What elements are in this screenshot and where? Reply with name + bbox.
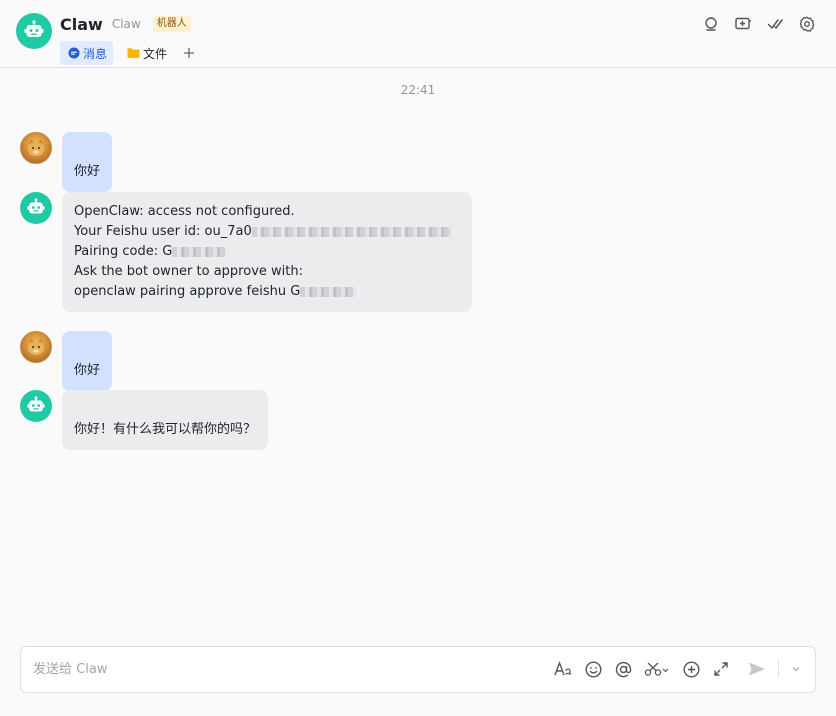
folder-icon (127, 47, 140, 59)
message-row: 你好 (20, 331, 113, 391)
tab-messages-label: 消息 (83, 46, 108, 61)
composer-toolbar (554, 660, 801, 678)
add-tab-button[interactable] (181, 45, 197, 61)
message-row: OpenClaw: access not configured. Your Fe… (20, 192, 472, 312)
redacted-text (251, 226, 452, 237)
mention-button[interactable] (614, 660, 632, 678)
chat-bubble-icon (68, 47, 80, 59)
bot-badge: 机器人 (152, 16, 191, 32)
add-attachment-button[interactable] (682, 660, 700, 678)
tab-files-label: 文件 (143, 46, 168, 61)
send-options-button[interactable] (791, 660, 801, 678)
settings-button[interactable] (798, 15, 816, 33)
tasks-button[interactable] (766, 15, 784, 33)
cat-avatar-icon (28, 338, 44, 355)
message-text: 你好！有什么我可以帮你的吗？ (74, 422, 257, 437)
robot-icon (27, 198, 45, 214)
chevron-down-icon (792, 667, 800, 672)
robot-icon (27, 396, 45, 412)
message-composer (20, 646, 816, 693)
emoji-button[interactable] (584, 660, 602, 678)
header-toolbar (702, 15, 816, 33)
message-text: 你好 (74, 363, 101, 378)
user-avatar[interactable] (20, 331, 52, 363)
tab-files[interactable]: 文件 (119, 41, 173, 65)
chat-tabs: 消息 文件 (60, 41, 197, 65)
tab-messages[interactable]: 消息 (60, 41, 114, 65)
user-message-bubble[interactable]: 你好 (62, 132, 113, 192)
bot-avatar[interactable] (20, 192, 52, 224)
settings-icon (799, 16, 815, 32)
redacted-text (172, 246, 227, 257)
message-text: 你好 (74, 164, 101, 179)
bot-avatar[interactable] (20, 390, 52, 422)
plus-icon (184, 48, 195, 58)
message-row: 你好！有什么我可以帮你的吗？ (20, 390, 269, 450)
divider (778, 661, 779, 677)
search-icon (705, 17, 717, 31)
expand-icon (714, 662, 728, 676)
bot-message-bubble[interactable]: 你好！有什么我可以帮你的吗？ (62, 390, 269, 450)
message-timestamp: 22:41 (400, 83, 436, 97)
message-line: OpenClaw: access not configured. (74, 204, 295, 219)
mention-icon (615, 661, 631, 677)
bot-avatar[interactable] (16, 13, 52, 49)
expand-button[interactable] (712, 660, 730, 678)
send-button[interactable] (748, 660, 766, 678)
search-button[interactable] (702, 15, 720, 33)
robot-icon (24, 20, 44, 37)
message-line: openclaw pairing approve feishu G (74, 282, 460, 302)
emoji-icon (584, 660, 602, 678)
send-icon (749, 662, 765, 676)
message-input[interactable] (33, 647, 553, 692)
screenshot-icon (644, 662, 669, 676)
add-icon (682, 660, 700, 678)
chat-header: Claw Claw 机器人 消息 文件 (0, 0, 836, 68)
cat-avatar-icon (28, 139, 44, 156)
chat-title[interactable]: Claw (60, 15, 103, 34)
message-line: Ask the bot owner to approve with: (74, 264, 303, 279)
screenshot-button[interactable] (644, 660, 670, 678)
bot-message-bubble[interactable]: OpenClaw: access not configured. Your Fe… (62, 192, 472, 312)
user-message-bubble[interactable]: 你好 (62, 331, 113, 391)
check-icon (767, 19, 783, 29)
new-topic-icon (734, 17, 751, 30)
text-format-icon (554, 661, 571, 676)
chat-subtitle: Claw (111, 17, 141, 31)
message-row: 你好 (20, 132, 113, 192)
redacted-text (300, 286, 357, 297)
message-line: Your Feishu user id: ou_7a0 (74, 222, 460, 242)
text-format-button[interactable] (554, 660, 572, 678)
new-topic-button[interactable] (734, 15, 752, 33)
user-avatar[interactable] (20, 132, 52, 164)
message-line: Pairing code: G (74, 242, 460, 262)
